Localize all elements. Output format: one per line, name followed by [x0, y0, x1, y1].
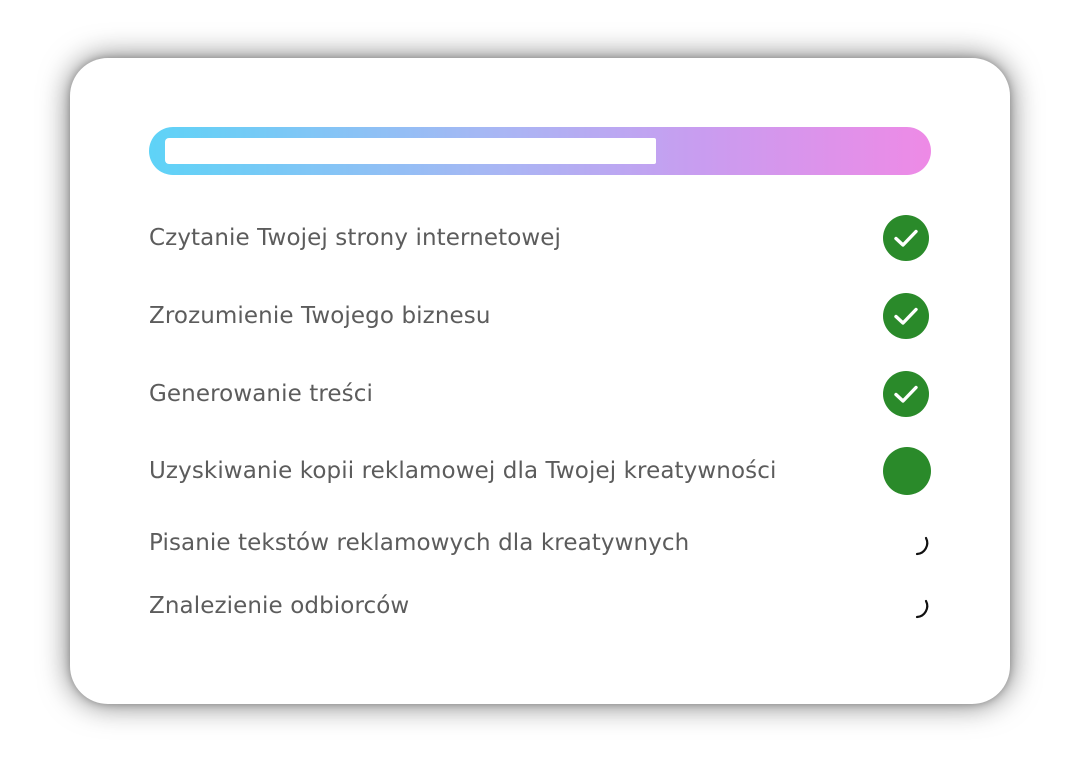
status-dot-icon — [883, 447, 931, 495]
step-label: Zrozumienie Twojego biznesu — [149, 303, 491, 329]
completed-status — [881, 291, 931, 341]
step-label: Czytanie Twojej strony internetowej — [149, 225, 562, 251]
step-item-finding-audience: Znalezienie odbiorców — [149, 581, 931, 631]
step-item-reading-website: Czytanie Twojej strony internetowej — [149, 213, 931, 263]
step-label: Znalezienie odbiorców — [149, 593, 410, 619]
step-item-understanding-business: Zrozumienie Twojego biznesu — [149, 291, 931, 341]
progress-card: Czytanie Twojej strony internetowej Zroz… — [70, 58, 1010, 704]
step-label: Pisanie tekstów reklamowych dla kreatywn… — [149, 530, 690, 556]
progress-bar-fill — [165, 138, 656, 164]
completed-status — [881, 213, 931, 263]
step-item-writing-ad-texts: Pisanie tekstów reklamowych dla kreatywn… — [149, 518, 931, 568]
loading-spinner-icon — [915, 599, 929, 619]
step-item-ad-copy: Uzyskiwanie kopii reklamowej dla Twojej … — [149, 446, 931, 496]
pending-status — [881, 581, 931, 631]
in-progress-status — [881, 446, 931, 496]
check-icon — [883, 215, 929, 261]
completed-status — [881, 369, 931, 419]
step-label: Generowanie treści — [149, 381, 373, 407]
check-icon — [883, 293, 929, 339]
step-item-generating-content: Generowanie treści — [149, 369, 931, 419]
step-label: Uzyskiwanie kopii reklamowej dla Twojej … — [149, 458, 777, 484]
pending-status — [881, 518, 931, 568]
progress-bar — [149, 127, 931, 175]
check-icon — [883, 371, 929, 417]
loading-spinner-icon — [915, 536, 929, 556]
